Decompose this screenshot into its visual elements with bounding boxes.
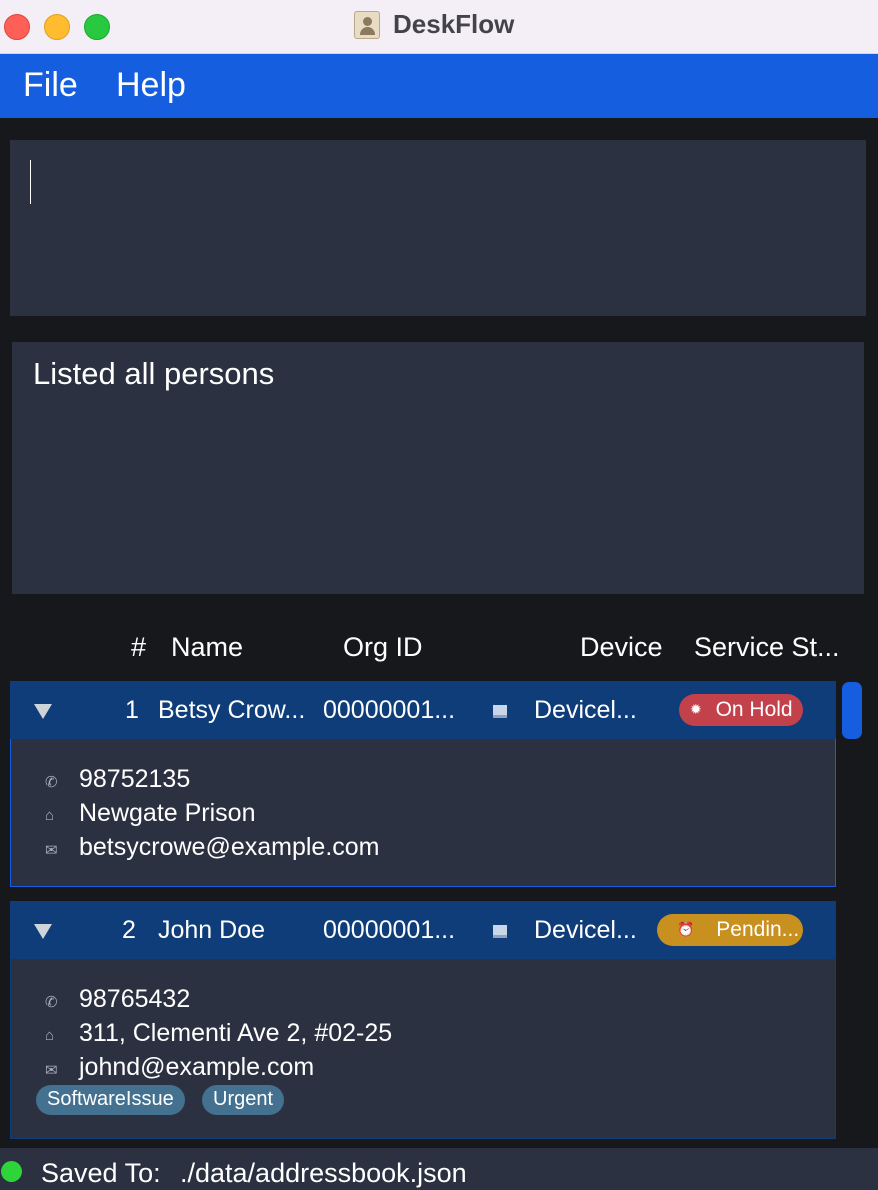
phone-icon: ✆ bbox=[45, 994, 58, 1011]
row-details: ✆ 98752135 ⌂ Newgate Prison ✉ betsycrowe… bbox=[10, 739, 836, 887]
house-icon: ⌂ bbox=[45, 807, 55, 824]
row-index: 2 bbox=[122, 916, 136, 944]
inbox-icon: ✉ bbox=[45, 842, 58, 859]
phone-number: 98765432 bbox=[79, 985, 191, 1013]
column-header-device[interactable]: Device bbox=[580, 632, 663, 663]
laptop-icon bbox=[493, 705, 507, 718]
row-device: Devicel... bbox=[534, 916, 637, 944]
menu-file[interactable]: File bbox=[23, 66, 78, 105]
status-bar: Saved To: ./data/addressbook.json bbox=[0, 1148, 878, 1190]
row-details: ✆ 98765432 ⌂ 311, Clementi Ave 2, #02-25… bbox=[10, 959, 836, 1139]
command-input[interactable] bbox=[10, 140, 866, 316]
status-badge-label: Pendin... bbox=[716, 918, 800, 941]
status-badge-label: On Hold bbox=[715, 698, 793, 721]
row-index: 1 bbox=[125, 696, 139, 724]
status-badge: ⏰ Pendin... bbox=[657, 914, 803, 946]
phone-number: 98752135 bbox=[79, 765, 191, 793]
close-window-button[interactable] bbox=[4, 14, 30, 40]
minimize-window-button[interactable] bbox=[44, 14, 70, 40]
alarm-clock-icon: ⏰ bbox=[677, 921, 695, 937]
title-bar: DeskFlow bbox=[0, 0, 878, 54]
row-org-id: 00000001... bbox=[323, 916, 456, 944]
scrollbar-thumb[interactable] bbox=[842, 682, 862, 739]
expand-triangle-icon[interactable] bbox=[34, 704, 52, 719]
phone-icon: ✆ bbox=[45, 774, 58, 791]
save-location-path: ./data/addressbook.json bbox=[180, 1158, 467, 1188]
address: Newgate Prison bbox=[79, 799, 256, 827]
row-org-id: 00000001... bbox=[323, 696, 456, 724]
house-icon: ⌂ bbox=[45, 1027, 55, 1044]
inbox-icon: ✉ bbox=[45, 1062, 58, 1079]
zoom-window-button[interactable] bbox=[84, 14, 110, 40]
column-header-name[interactable]: Name bbox=[171, 632, 243, 663]
row-name: Betsy Crow... bbox=[158, 696, 306, 724]
tag-badge: Urgent bbox=[202, 1085, 285, 1115]
column-header-service-status[interactable]: Service St... bbox=[694, 632, 840, 663]
address: 311, Clementi Ave 2, #02-25 bbox=[79, 1019, 393, 1047]
table-row[interactable]: 1 Betsy Crow... 00000001... Devicel... ✹… bbox=[10, 681, 836, 739]
result-display: Listed all persons bbox=[12, 342, 864, 594]
laptop-icon bbox=[493, 925, 507, 938]
row-name: John Doe bbox=[158, 916, 266, 944]
menu-bar: File Help bbox=[0, 54, 878, 118]
row-device: Devicel... bbox=[534, 696, 637, 724]
email: betsycrowe@example.com bbox=[79, 833, 380, 861]
window-title: DeskFlow bbox=[393, 9, 515, 39]
column-header-index[interactable]: # bbox=[131, 632, 146, 663]
text-caret bbox=[30, 160, 31, 204]
contacts-book-icon bbox=[354, 11, 380, 39]
status-badge: ✹ On Hold bbox=[679, 694, 803, 726]
email: johnd@example.com bbox=[79, 1053, 315, 1081]
expand-triangle-icon[interactable] bbox=[34, 924, 52, 939]
tag-badge: SoftwareIssue bbox=[36, 1085, 185, 1115]
table-row[interactable]: 2 John Doe 00000001... Devicel... ⏰ Pend… bbox=[10, 901, 836, 959]
gear-icon: ✹ bbox=[690, 701, 702, 717]
result-message: Listed all persons bbox=[33, 356, 275, 391]
save-status-indicator bbox=[1, 1161, 22, 1182]
save-location-label: Saved To: bbox=[41, 1158, 161, 1188]
menu-help[interactable]: Help bbox=[116, 66, 186, 105]
column-header-org-id[interactable]: Org ID bbox=[343, 632, 423, 663]
